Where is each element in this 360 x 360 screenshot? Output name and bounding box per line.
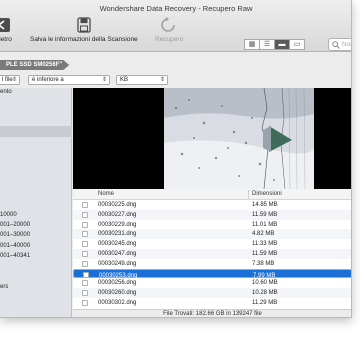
file-size: 11.33 MB — [252, 241, 278, 248]
table-row[interactable]: 00030256.dng 10.60 MB — [73, 278, 351, 288]
sidebar: ento 10000 001–20000 001–30000 001–40000… — [0, 88, 72, 317]
app-window: Wondershare Data Recovery - Recupero Raw… — [0, 0, 352, 318]
table-row[interactable]: 00030225.dng 14.85 MB — [73, 200, 351, 210]
preview-view-button[interactable]: ▬ — [274, 39, 290, 50]
titlebar: Wondershare Data Recovery - Recupero Raw… — [0, 0, 351, 52]
path-bar: PLE SSD SM0256F" — [0, 59, 351, 72]
file-name: 00030260.dng — [98, 290, 137, 297]
recover-icon — [161, 17, 175, 32]
file-size: 11.01 MB — [252, 221, 278, 228]
preview-image — [164, 88, 314, 189]
row-checkbox[interactable] — [82, 221, 88, 228]
row-checkbox[interactable] — [82, 280, 88, 287]
view-mode-toggle: ▦ ☰ ▬ ▭ — [244, 39, 305, 50]
list-header: Nome Dimensioni — [73, 189, 351, 200]
image-preview-pane — [73, 88, 351, 189]
breadcrumb-drive[interactable]: PLE SSD SM0256F" — [0, 60, 70, 70]
file-name: 00030245.dng — [98, 241, 137, 248]
file-size: 11.59 MB — [252, 211, 278, 218]
sidebar-item[interactable]: ers — [0, 284, 8, 290]
table-row[interactable]: 00030302.dng 11.29 MB — [73, 298, 351, 308]
row-checkbox[interactable] — [82, 211, 88, 218]
file-size: 11.29 MB — [252, 300, 278, 306]
status-bar: File Trovati: 182.66 GB in 139247 file — [73, 309, 351, 317]
file-size: 7.38 MB — [252, 260, 275, 267]
table-row[interactable]: 00030227.dng 11.59 MB — [73, 209, 351, 220]
file-list: Nome Dimensioni 00030225.dng 14.85 MB 0003… — [73, 189, 351, 309]
snow-landscape-image — [164, 88, 314, 189]
filter-field-select[interactable]: l file ⇕ — [0, 75, 20, 85]
filter-unit-select[interactable]: KB ⇕ — [116, 75, 168, 85]
row-checkbox[interactable] — [82, 290, 88, 297]
row-checkbox[interactable] — [82, 231, 88, 238]
list-view-button[interactable]: ☰ — [259, 39, 275, 50]
window-title: Wondershare Data Recovery - Recupero Raw — [99, 4, 253, 13]
filmstrip-view-button[interactable]: ▭ — [289, 39, 305, 50]
row-checkbox[interactable] — [82, 300, 88, 306]
column-header-name[interactable]: Nome — [98, 191, 114, 197]
file-size: 14.85 MB — [252, 202, 278, 208]
file-name: 00030302.dng — [98, 300, 137, 306]
sidebar-item[interactable]: 001–30000 — [0, 232, 30, 238]
table-row[interactable]: 00030231.dng 4.82 MB — [73, 229, 351, 240]
save-disk-icon — [77, 17, 91, 33]
column-header-size[interactable]: Dimensioni — [252, 191, 282, 197]
grid-view-button[interactable]: ▦ — [244, 39, 260, 50]
table-row[interactable]: 00030229.dng 11.01 MB — [73, 220, 351, 230]
file-name: 00030229.dng — [98, 221, 137, 228]
save-scan-button[interactable]: Salva le informazioni della Scansione — [30, 17, 138, 43]
back-button[interactable]: ndietro — [0, 17, 12, 43]
column-divider — [248, 190, 249, 199]
filter-operator-select[interactable]: è inferiore a ⇕ — [28, 75, 110, 85]
grid-icon: ▦ — [248, 41, 256, 48]
sidebar-item[interactable]: 10000 — [0, 212, 17, 218]
filmstrip-icon: ▭ — [293, 41, 301, 48]
row-checkbox[interactable] — [82, 260, 88, 267]
file-size: 11.59 MB — [252, 251, 278, 257]
chevron-updown-icon: ⇕ — [11, 77, 17, 83]
search-input[interactable]: Nome — [328, 38, 351, 51]
list-icon: ☰ — [263, 41, 271, 48]
sidebar-item[interactable]: 001–40341 — [0, 253, 30, 259]
back-icon — [0, 18, 10, 32]
row-checkbox[interactable] — [82, 241, 88, 248]
sidebar-item[interactable]: ento — [0, 89, 12, 95]
file-name: 00030227.dng — [98, 211, 137, 218]
search-icon — [332, 41, 340, 49]
sidebar-item[interactable]: 001–20000 — [0, 222, 30, 228]
row-checkbox[interactable] — [82, 251, 88, 257]
file-name: 00030231.dng — [98, 231, 137, 238]
table-row[interactable]: 00030245.dng 11.33 MB — [73, 239, 351, 249]
row-checkbox[interactable] — [83, 271, 89, 278]
chevron-updown-icon: ⇕ — [101, 77, 107, 83]
table-row[interactable]: 00030253.dng 7.99 MB — [73, 268, 351, 279]
row-checkbox[interactable] — [82, 202, 88, 208]
file-name: 00030225.dng — [98, 202, 137, 208]
file-size: 4.82 MB — [252, 231, 275, 238]
filter-bar: l file ⇕ è inferiore a ⇕ KB ⇕ — [0, 74, 351, 88]
file-size: 10.28 MB — [252, 290, 278, 297]
chevron-updown-icon: ⇕ — [159, 77, 165, 83]
file-name: 00030247.dng — [98, 251, 137, 257]
file-name: 00030249.dng — [98, 260, 137, 267]
preview-icon: ▬ — [278, 41, 286, 48]
sidebar-item[interactable]: 001–40000 — [0, 243, 30, 249]
table-row[interactable]: 00030249.dng 7.38 MB — [73, 259, 351, 269]
recover-button[interactable]: Recupero — [155, 17, 183, 43]
sidebar-item-selected[interactable] — [0, 126, 72, 137]
table-row[interactable]: 00030247.dng 11.59 MB — [73, 249, 351, 259]
file-size: 10.60 MB — [252, 280, 278, 287]
table-row[interactable]: 00030260.dng 10.28 MB — [73, 288, 351, 298]
file-name: 00030256.dng — [98, 280, 137, 287]
